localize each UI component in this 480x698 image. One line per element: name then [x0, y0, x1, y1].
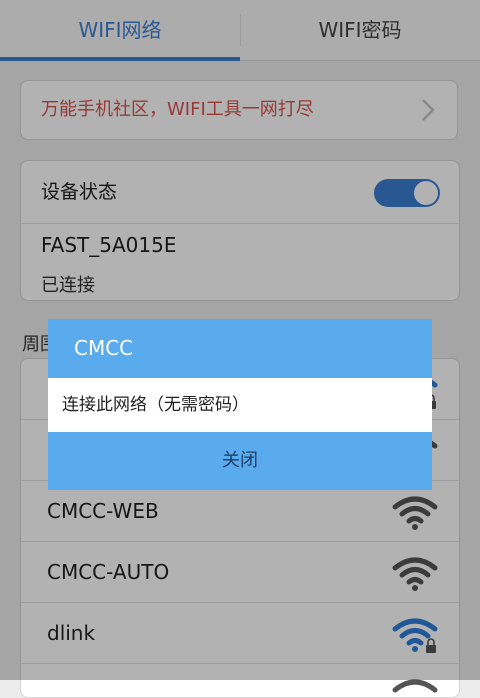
- dialog-body: 连接此网络（无需密码）: [48, 378, 432, 432]
- connect-dialog: CMCC 连接此网络（无需密码） 关闭: [48, 319, 432, 490]
- dialog-message: 连接此网络（无需密码）: [62, 395, 249, 415]
- close-button[interactable]: 关闭: [48, 432, 432, 490]
- dialog-title: CMCC: [74, 336, 134, 360]
- dialog-title-bar: CMCC: [48, 319, 432, 378]
